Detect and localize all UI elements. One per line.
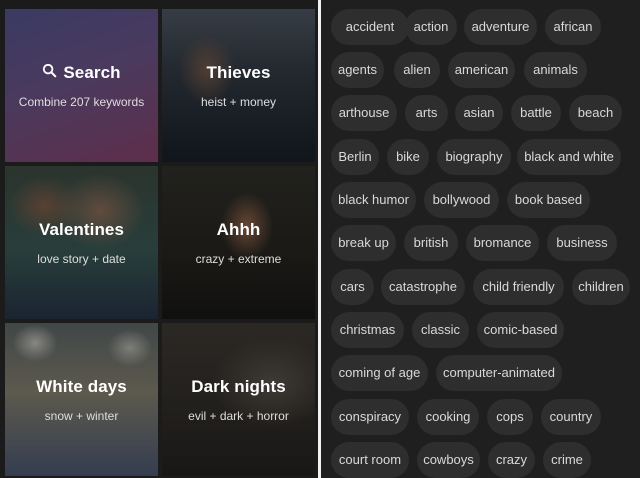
keyword-chip[interactable]: animals	[524, 52, 587, 88]
tile-subtitle: love story + date	[37, 251, 126, 266]
keyword-chip[interactable]: cowboys	[417, 442, 480, 478]
tile-title: Thieves	[206, 62, 271, 82]
keyword-chip[interactable]: british	[404, 225, 458, 261]
keyword-chip[interactable]: arthouse	[331, 95, 397, 131]
keyword-chip[interactable]: agents	[331, 52, 384, 88]
keyword-chip[interactable]: asian	[455, 95, 503, 131]
tile-subtitle: crazy + extreme	[195, 251, 282, 266]
keyword-chip[interactable]: accident	[331, 9, 409, 45]
keyword-chip[interactable]: book based	[507, 182, 590, 218]
keyword-chip[interactable]: break up	[331, 225, 396, 261]
keyword-chip[interactable]: country	[541, 399, 601, 435]
keyword-chip[interactable]: bromance	[466, 225, 539, 261]
keyword-chip[interactable]: children	[572, 269, 630, 305]
tile-title: Ahhh	[216, 219, 261, 239]
white-days-tile[interactable]: White days snow + winter	[5, 323, 158, 476]
tile-subtitle: snow + winter	[44, 408, 119, 423]
keyword-chip[interactable]: business	[547, 225, 617, 261]
keyword-chip[interactable]: american	[448, 52, 515, 88]
thieves-tile[interactable]: Thieves heist + money	[162, 9, 315, 162]
keyword-chip[interactable]: classic	[412, 312, 469, 348]
keyword-chip[interactable]: cooking	[417, 399, 479, 435]
keyword-chip[interactable]: court room	[331, 442, 409, 478]
keyword-chip[interactable]: arts	[405, 95, 448, 131]
keyword-chip[interactable]: comic-based	[477, 312, 564, 348]
search-icon	[42, 63, 57, 83]
keyword-chip[interactable]: computer-animated	[436, 355, 562, 391]
keyword-chip[interactable]: alien	[394, 52, 440, 88]
keyword-chip[interactable]: coming of age	[331, 355, 428, 391]
keyword-chip[interactable]: beach	[569, 95, 622, 131]
keyword-chip[interactable]: battle	[511, 95, 561, 131]
tile-background	[5, 9, 158, 162]
keyword-chip[interactable]: crazy	[488, 442, 535, 478]
tile-subtitle: Combine 207 keywords	[18, 94, 145, 109]
ahhh-tile[interactable]: Ahhh crazy + extreme	[162, 166, 315, 319]
tile-title: White days	[36, 376, 127, 396]
keyword-chip[interactable]: african	[545, 9, 601, 45]
keyword-chip[interactable]: catastrophe	[381, 269, 465, 305]
search-tile[interactable]: Search Combine 207 keywords	[5, 9, 158, 162]
dark-nights-tile[interactable]: Dark nights evil + dark + horror	[162, 323, 315, 476]
keyword-chip[interactable]: black and white	[517, 139, 621, 175]
tile-title: Valentines	[38, 219, 125, 239]
keyword-chip[interactable]: adventure	[464, 9, 537, 45]
tile-subtitle: evil + dark + horror	[188, 408, 289, 423]
tile-title: Dark nights	[191, 376, 286, 396]
keyword-chip[interactable]: biography	[437, 139, 511, 175]
keyword-panel: accident action adventure african agents…	[321, 0, 640, 478]
keyword-chip[interactable]: cars	[331, 269, 374, 305]
category-grid: Search Combine 207 keywords Thieves heis…	[0, 0, 320, 478]
keyword-chip[interactable]: christmas	[331, 312, 404, 348]
keyword-chip[interactable]: black humor	[331, 182, 416, 218]
tile-subtitle: heist + money	[200, 94, 277, 109]
valentines-tile[interactable]: Valentines love story + date	[5, 166, 158, 319]
keyword-chip[interactable]: action	[405, 9, 457, 45]
keyword-chip[interactable]: child friendly	[473, 269, 564, 305]
keyword-chip[interactable]: Berlin	[331, 139, 379, 175]
keyword-chip[interactable]: crime	[543, 442, 591, 478]
keyword-chip[interactable]: conspiracy	[331, 399, 409, 435]
tile-title: Search	[63, 62, 121, 82]
keyword-chip[interactable]: bollywood	[424, 182, 499, 218]
keyword-chip[interactable]: bike	[387, 139, 429, 175]
keyword-chip[interactable]: cops	[487, 399, 533, 435]
